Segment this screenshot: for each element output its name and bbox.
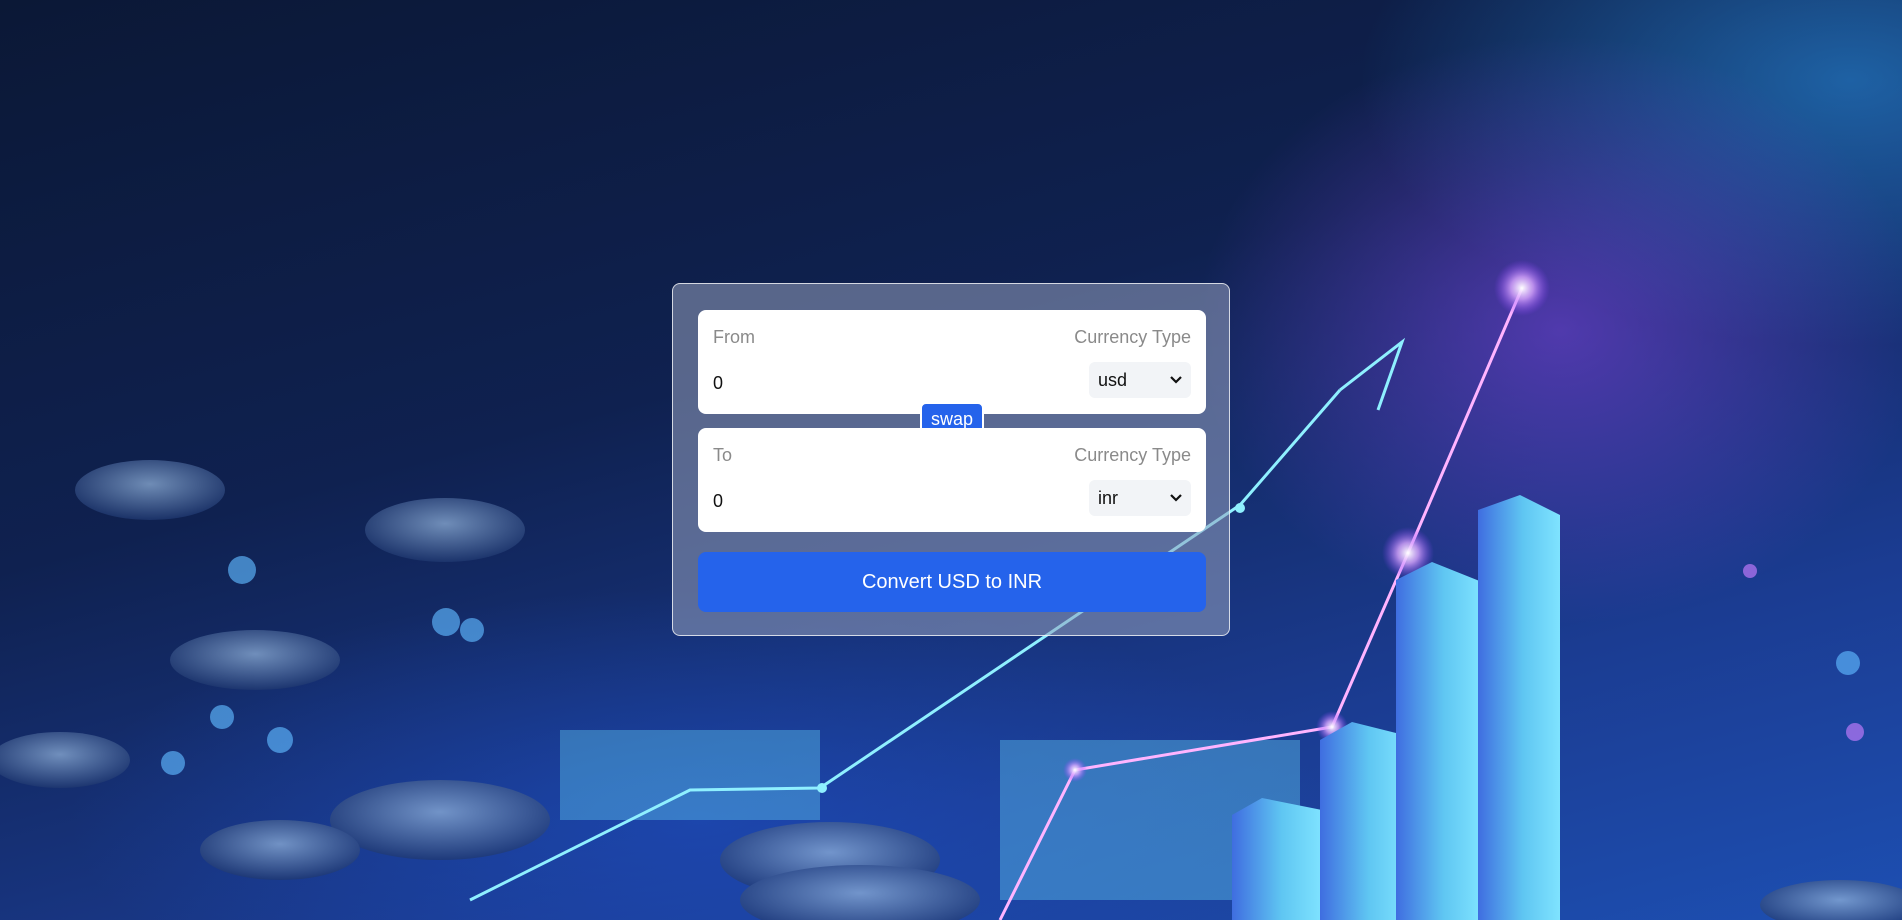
to-panel: To Currency Type inr (698, 428, 1206, 532)
to-currency-value: inr (1098, 488, 1119, 508)
converter-card: From Currency Type usd swap To Currency … (672, 283, 1230, 636)
from-currency-select[interactable]: usd (1089, 362, 1191, 398)
from-label: From (713, 327, 755, 347)
to-currency-select[interactable]: inr (1089, 480, 1191, 516)
chevron-down-icon (1170, 376, 1182, 384)
to-label: To (713, 445, 733, 465)
chevron-down-icon (1170, 494, 1182, 502)
from-amount-input[interactable] (713, 368, 1043, 398)
to-amount-input[interactable] (713, 486, 1043, 516)
convert-button[interactable]: Convert USD to INR (698, 552, 1206, 612)
from-currency-value: usd (1098, 370, 1128, 390)
from-currency-type-label: Currency Type (1074, 327, 1191, 347)
to-currency-type-label: Currency Type (1074, 445, 1191, 465)
from-panel: From Currency Type usd (698, 310, 1206, 414)
